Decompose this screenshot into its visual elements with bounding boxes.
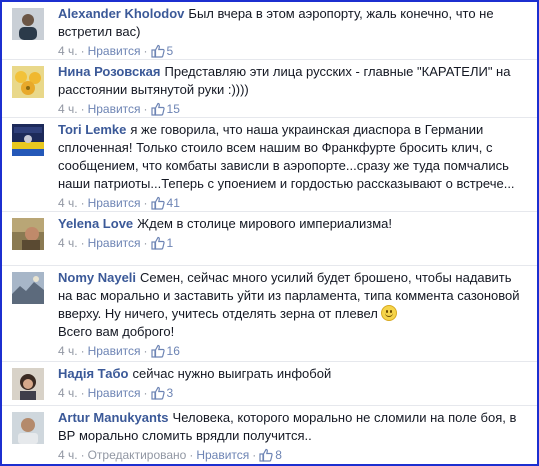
- like-button[interactable]: Нравится: [88, 344, 141, 358]
- avatar[interactable]: [12, 368, 44, 400]
- avatar[interactable]: [12, 124, 44, 156]
- comment-item: Yelena Love Ждем в столице мирового импер…: [2, 211, 537, 266]
- comment-time[interactable]: 4 ч.: [58, 102, 78, 116]
- comment-author[interactable]: Nomy Nayeli: [58, 270, 136, 285]
- like-count[interactable]: 1: [167, 236, 174, 250]
- like-button[interactable]: Нравится: [88, 236, 141, 250]
- comment-time[interactable]: 4 ч.: [58, 236, 78, 250]
- comment-time[interactable]: 4 ч.: [58, 196, 78, 210]
- avatar[interactable]: [12, 66, 44, 98]
- like-button[interactable]: Нравится: [88, 102, 141, 116]
- like-button[interactable]: Нравится: [196, 448, 249, 462]
- smiley-icon: [380, 305, 397, 321]
- thumbs-up-icon: [259, 448, 273, 464]
- like-count[interactable]: 41: [167, 196, 180, 210]
- comment-author[interactable]: Нина Розовская: [58, 64, 161, 79]
- like-count[interactable]: 8: [275, 448, 282, 462]
- comment-meta: 4 ч. · Нравится · 16: [58, 343, 529, 362]
- like-count[interactable]: 15: [167, 102, 180, 116]
- like-button[interactable]: Нравится: [88, 386, 141, 400]
- comment-item: Nomy Nayeli Семен, сейчас много усилий бу…: [2, 265, 537, 362]
- comment-item: Artur Manukyants Человека, которого морал…: [2, 405, 537, 464]
- comment-time[interactable]: 4 ч.: [58, 448, 78, 462]
- comment-time[interactable]: 4 ч.: [58, 386, 78, 400]
- comment-item: Надія Табо сейчас нужно выиграть инфобой …: [2, 361, 537, 406]
- comment-time[interactable]: 4 ч.: [58, 344, 78, 358]
- comment-time[interactable]: 4 ч.: [58, 44, 78, 58]
- comment-item: Нина Розовская Представляю эти лица русск…: [2, 59, 537, 118]
- like-button[interactable]: Нравится: [88, 196, 141, 210]
- comments-panel: Alexander Kholodov Был вчера в этом аэроп…: [0, 0, 539, 466]
- comment-item: Alexander Kholodov Был вчера в этом аэроп…: [2, 2, 537, 59]
- comment-author[interactable]: Alexander Kholodov: [58, 6, 184, 21]
- comment-meta: 4 ч. · Нравится · 3: [58, 385, 529, 404]
- avatar[interactable]: [12, 8, 44, 40]
- comment-text-line: Всего вам доброго!: [58, 324, 175, 339]
- comment-author[interactable]: Tori Lemke: [58, 122, 126, 137]
- avatar[interactable]: [12, 272, 44, 304]
- thumbs-up-icon: [150, 386, 165, 404]
- comment-author[interactable]: Надія Табо: [58, 366, 129, 381]
- avatar[interactable]: [12, 218, 44, 250]
- comment-text: Ждем в столице мирового империализма!: [137, 216, 393, 231]
- like-count[interactable]: 3: [167, 386, 174, 400]
- comment-meta: 4 ч. · Отредактировано · Нравится · 8: [58, 447, 529, 464]
- thumbs-up-icon: [150, 236, 165, 254]
- comment-meta: 4 ч. · Нравится · 1: [58, 235, 529, 254]
- comment-text: я же говорила, что наша украинская диасп…: [58, 122, 515, 191]
- edited-label[interactable]: Отредактировано: [88, 448, 187, 462]
- comment-author[interactable]: Yelena Love: [58, 216, 133, 231]
- like-count[interactable]: 5: [167, 44, 174, 58]
- comment-author[interactable]: Artur Manukyants: [58, 410, 169, 425]
- thumbs-up-icon: [150, 344, 165, 362]
- like-button[interactable]: Нравится: [88, 44, 141, 58]
- comment-item: Tori Lemke я же говорила, что наша украин…: [2, 117, 537, 212]
- comment-text: сейчас нужно выиграть инфобой: [132, 366, 332, 381]
- avatar[interactable]: [12, 412, 44, 444]
- like-count[interactable]: 16: [167, 344, 180, 358]
